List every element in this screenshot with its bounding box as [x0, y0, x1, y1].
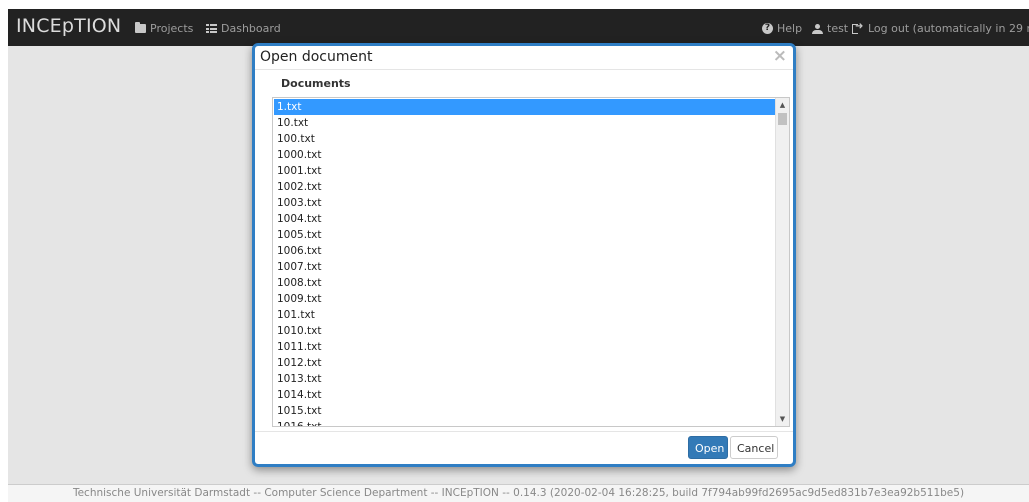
nav-projects-label: Projects: [150, 22, 194, 35]
footer-text: Technische Universität Darmstadt -- Comp…: [72, 487, 965, 499]
tab-documents[interactable]: Documents: [281, 77, 351, 90]
dialog-header: Open document ×: [255, 46, 793, 70]
document-list-item[interactable]: 1003.txt: [274, 195, 776, 211]
document-list-item[interactable]: 1006.txt: [274, 243, 776, 259]
user-icon: [812, 23, 823, 34]
nav-logout-label: Log out (automatically in 29 min: [868, 22, 1029, 35]
dialog-title: Open document: [260, 49, 373, 65]
scroll-down-arrow-icon[interactable]: ▼: [776, 412, 789, 426]
question-circle-icon: ?: [762, 23, 773, 34]
document-list-item[interactable]: 10.txt: [274, 115, 776, 131]
document-list-item[interactable]: 1013.txt: [274, 371, 776, 387]
page-footer: Technische Universität Darmstadt -- Comp…: [8, 484, 1029, 502]
document-list-item[interactable]: 100.txt: [274, 131, 776, 147]
nav-projects-link[interactable]: Projects: [135, 22, 193, 35]
document-list-items: 1.txt 10.txt 100.txt 1000.txt 1001.txt 1002.t…: [274, 99, 776, 426]
document-list[interactable]: 1.txt 10.txt 100.txt 1000.txt 1001.txt 1002.t…: [272, 97, 790, 427]
document-list-item[interactable]: 1012.txt: [274, 355, 776, 371]
scrollbar-thumb[interactable]: [778, 113, 787, 125]
nav-help-label: Help: [777, 22, 803, 35]
nav-dashboard-link[interactable]: Dashboard: [206, 22, 281, 35]
list-icon: [206, 24, 217, 33]
document-list-item[interactable]: 101.txt: [274, 307, 776, 323]
document-list-item[interactable]: 1011.txt: [274, 339, 776, 355]
close-icon[interactable]: ×: [773, 46, 787, 66]
nav-dashboard-label: Dashboard: [221, 22, 281, 35]
document-list-item[interactable]: 1.txt: [274, 99, 776, 115]
document-list-item[interactable]: 1005.txt: [274, 227, 776, 243]
document-list-item[interactable]: 1000.txt: [274, 147, 776, 163]
open-document-dialog: Open document × Documents 1.txt 10.txt 100…: [252, 43, 796, 467]
document-list-item[interactable]: 1004.txt: [274, 211, 776, 227]
document-list-item[interactable]: 1010.txt: [274, 323, 776, 339]
nav-help-link[interactable]: ? Help: [762, 22, 802, 35]
nav-logout-link[interactable]: Log out (automatically in 29 min: [852, 21, 1029, 35]
document-list-item[interactable]: 1001.txt: [274, 163, 776, 179]
open-button[interactable]: Open: [688, 436, 728, 459]
app-brand[interactable]: INCEpTION: [16, 15, 121, 37]
document-list-item[interactable]: 1016.txt: [274, 419, 776, 426]
scroll-up-arrow-icon[interactable]: ▲: [776, 98, 789, 112]
nav-user-link[interactable]: test: [812, 22, 848, 35]
document-list-item[interactable]: 1007.txt: [274, 259, 776, 275]
document-list-item[interactable]: 1015.txt: [274, 403, 776, 419]
document-list-item[interactable]: 1009.txt: [274, 291, 776, 307]
dialog-footer: Open Cancel: [255, 431, 793, 464]
document-list-item[interactable]: 1008.txt: [274, 275, 776, 291]
document-list-item[interactable]: 1014.txt: [274, 387, 776, 403]
logout-icon: [852, 21, 864, 34]
document-list-item[interactable]: 1002.txt: [274, 179, 776, 195]
folder-icon: [135, 22, 146, 33]
top-navbar: INCEpTION Projects Dashboard ? Help test…: [8, 9, 1029, 46]
list-scrollbar[interactable]: ▲ ▼: [775, 98, 789, 426]
cancel-button[interactable]: Cancel: [730, 436, 778, 459]
nav-user-label: test: [827, 22, 849, 35]
